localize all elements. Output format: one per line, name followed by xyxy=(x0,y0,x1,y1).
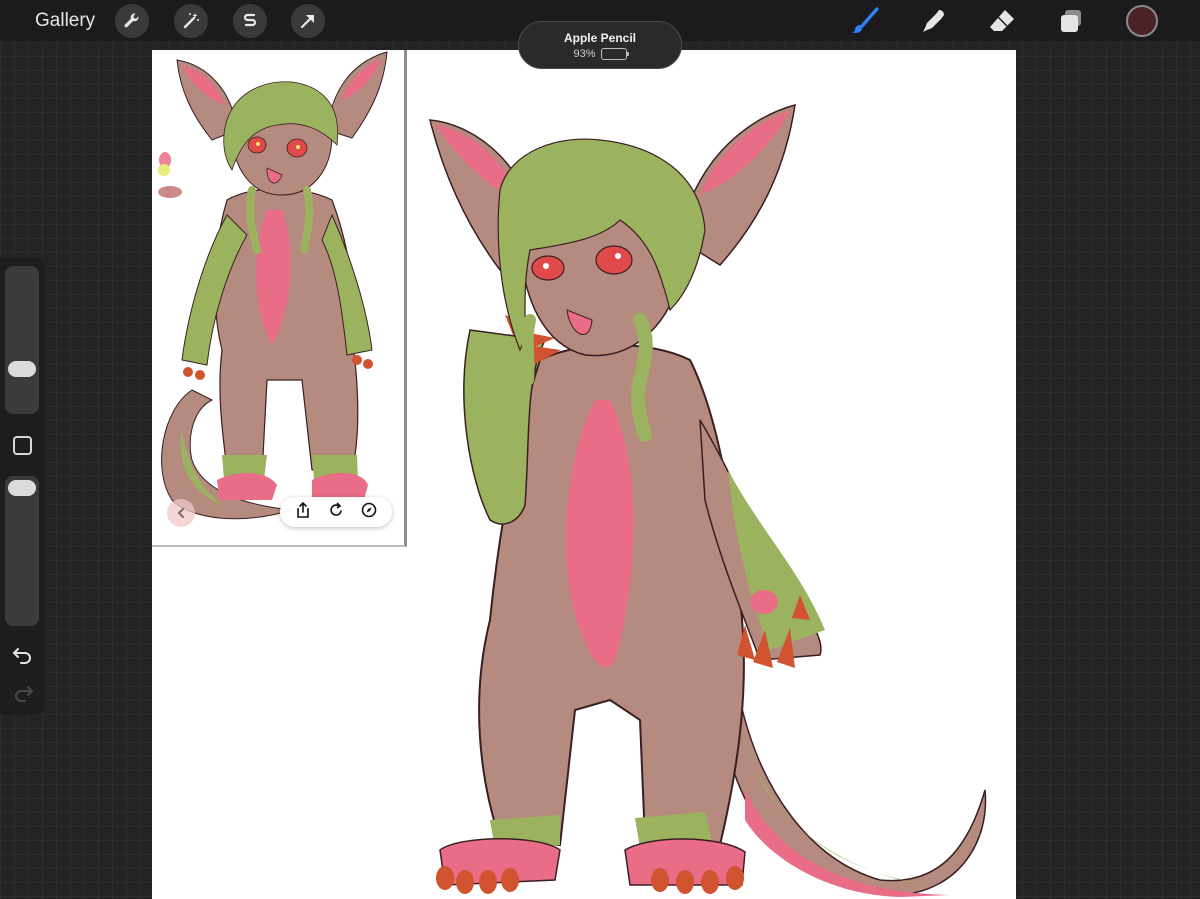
reference-window[interactable] xyxy=(152,50,407,547)
reference-toolbar xyxy=(280,497,392,527)
pencil-battery: 93% xyxy=(519,48,681,60)
undo-icon xyxy=(12,648,31,664)
opacity-thumb[interactable] xyxy=(8,480,36,496)
share-icon xyxy=(296,501,309,518)
pencil-status-hud: Apple Pencil 93% xyxy=(518,21,682,69)
rotate-icon xyxy=(330,501,342,516)
brush-size-slider[interactable] xyxy=(5,266,39,414)
battery-icon xyxy=(600,48,629,60)
compass-icon xyxy=(362,502,377,517)
reference-image xyxy=(158,51,388,520)
left-sidebar xyxy=(0,258,45,715)
reference-back-button[interactable] xyxy=(167,499,195,527)
pencil-battery-percent: 93% xyxy=(573,48,596,60)
undo-button[interactable] xyxy=(10,644,36,666)
opacity-slider[interactable] xyxy=(5,476,39,626)
compass-button[interactable] xyxy=(361,502,377,523)
share-button[interactable] xyxy=(295,501,311,523)
pencil-name: Apple Pencil xyxy=(563,31,637,45)
chevron-left-icon xyxy=(177,508,184,518)
brush-size-thumb[interactable] xyxy=(8,360,36,377)
redo-button[interactable] xyxy=(10,682,36,704)
redo-icon xyxy=(15,686,34,702)
rotate-button[interactable] xyxy=(328,501,344,523)
modify-button[interactable] xyxy=(13,436,32,455)
